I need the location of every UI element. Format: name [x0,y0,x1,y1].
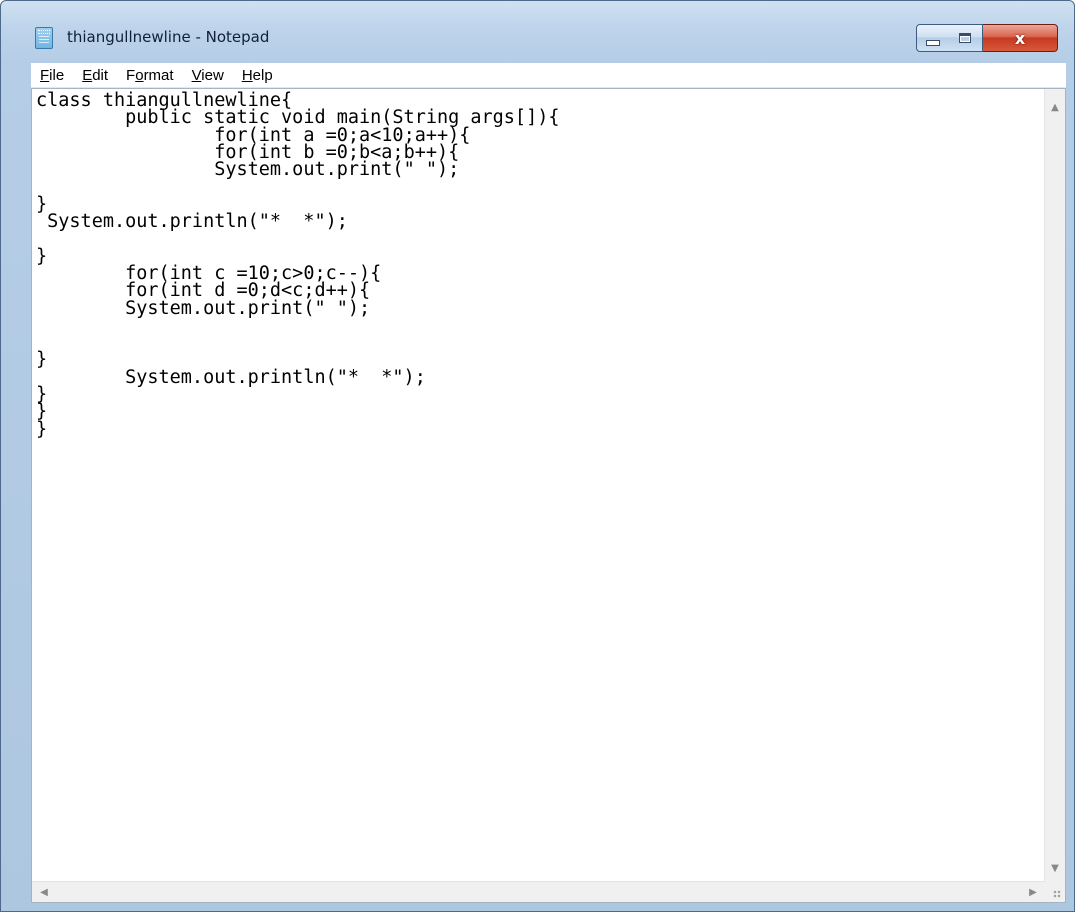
menu-bar: File Edit Format View Help [31,63,1066,88]
vertical-scrollbar[interactable]: ▲ ▼ [1044,89,1065,882]
minimize-button[interactable] [916,24,949,52]
menu-format[interactable]: Format [117,67,183,84]
menu-edit[interactable]: Edit [73,67,117,84]
scroll-down-icon[interactable]: ▼ [1045,858,1065,878]
menu-view[interactable]: View [183,67,233,84]
scroll-right-icon[interactable]: ▶ [1023,882,1043,902]
maximize-icon [959,33,971,43]
notepad-icon[interactable] [35,27,53,49]
close-icon: x [1014,28,1026,48]
scroll-up-icon[interactable]: ▲ [1045,97,1065,117]
menu-help[interactable]: Help [233,67,282,84]
horizontal-scrollbar[interactable]: ◀ ▶ [32,881,1045,902]
maximize-button[interactable] [948,24,983,52]
text-editor[interactable]: class thiangullnewline{ public static vo… [31,88,1066,903]
scroll-left-icon[interactable]: ◀ [34,882,54,902]
resize-grip-icon[interactable] [1045,882,1065,902]
close-button[interactable]: x [983,24,1058,52]
minimize-icon [925,40,940,46]
title-bar[interactable]: thiangullnewline - Notepad x [1,1,1074,61]
editor-content[interactable]: class thiangullnewline{ public static vo… [36,91,560,438]
notepad-window: thiangullnewline - Notepad x File Edit F… [0,0,1075,912]
window-title: thiangullnewline - Notepad [67,28,270,46]
menu-file[interactable]: File [31,67,73,84]
